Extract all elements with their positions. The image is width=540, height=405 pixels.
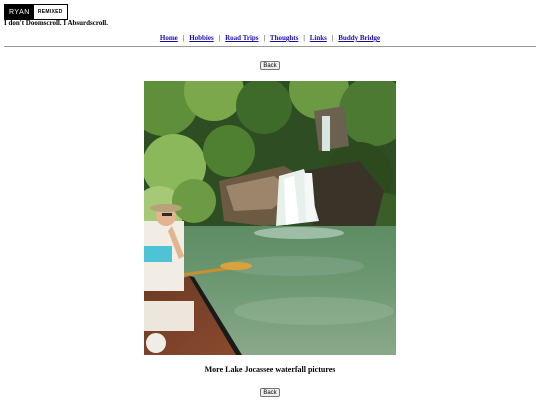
nav-link-buddy-bridge[interactable]: Buddy Bridge (338, 34, 380, 42)
back-button-top[interactable]: Back (260, 61, 280, 70)
nav-separator: | (331, 34, 334, 42)
waterfall-photo (144, 81, 396, 355)
main-nav: Home | Hobbies | Road Trips | Thoughts | Links | B… (0, 34, 540, 42)
nav-separator: | (263, 34, 265, 42)
nav-separator: | (182, 34, 185, 42)
nav-link-hobbies[interactable]: Hobbies (189, 34, 214, 42)
back-button-bottom[interactable]: Back (260, 388, 280, 397)
nav-separator: | (218, 34, 221, 42)
nav-link-links[interactable]: Links (310, 34, 327, 42)
header-divider (4, 46, 536, 47)
site-logo[interactable]: RYAN REMIXED (4, 4, 68, 20)
nav-separator: | (303, 34, 305, 42)
nav-link-road-trips[interactable]: Road Trips (225, 34, 258, 42)
photo-caption: More Lake Jocassee waterfall pictures (204, 365, 336, 374)
nav-link-home[interactable]: Home (160, 34, 178, 42)
logo-suffix: REMIXED (33, 5, 67, 19)
logo-name: RYAN (5, 5, 34, 19)
nav-link-thoughts[interactable]: Thoughts (270, 34, 298, 42)
site-tagline: I don't Doomscroll. I Absurdscroll. (4, 19, 108, 27)
